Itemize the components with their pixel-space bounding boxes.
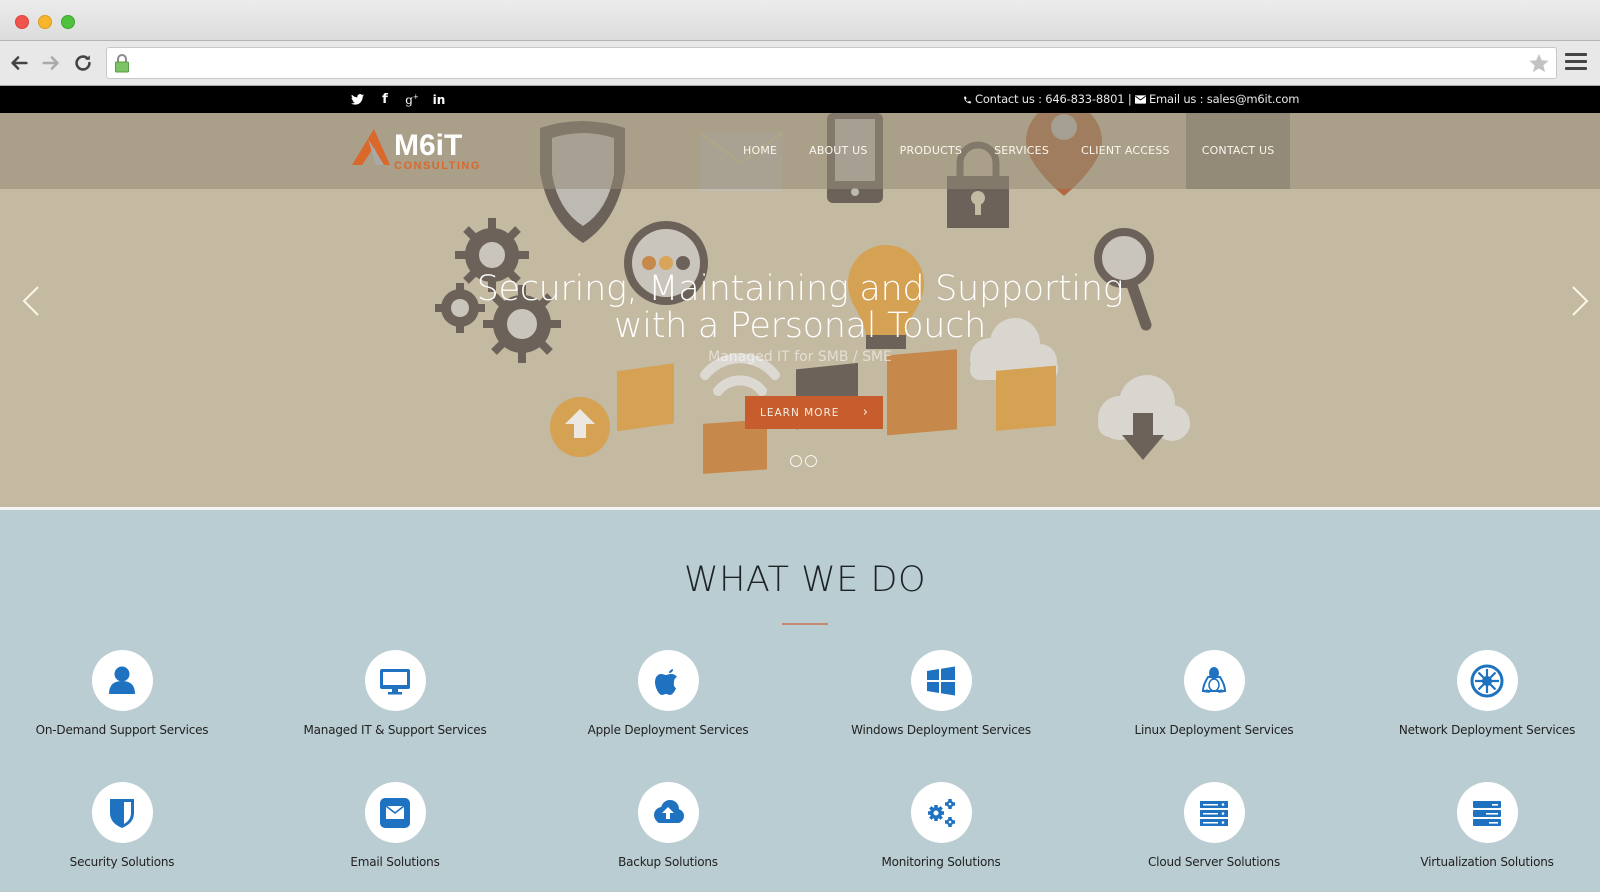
server-stack-icon: [1473, 800, 1501, 826]
logo-wordmark: M6iT: [394, 129, 462, 162]
nav-contact-us[interactable]: CONTACT US: [1185, 113, 1291, 189]
hero-title-line-2: with a Personal Touch: [613, 306, 987, 346]
cloud-upload-icon: [654, 799, 684, 823]
section-title: WHAT WE DO: [683, 560, 926, 600]
nav-client-access[interactable]: CLIENT ACCESS: [1065, 113, 1186, 189]
hero-subtitle: Managed IT for SMB / SME: [708, 349, 892, 365]
facebook-icon: f: [382, 92, 388, 107]
network-icon: [1470, 664, 1504, 697]
service-network-deployment[interactable]: Network Deployment Services: [1357, 650, 1600, 737]
phone-text[interactable]: Contact us : 646-833-8801: [975, 92, 1125, 106]
what-we-do-section: WHAT WE DO On-Demand Support Services Ma…: [0, 510, 1600, 892]
service-security[interactable]: Security Solutions: [0, 782, 252, 869]
service-email[interactable]: Email Solutions: [265, 782, 525, 869]
desktop-icon: [380, 668, 410, 694]
learn-more-label: LEARN MORE: [760, 406, 840, 419]
reload-icon: [75, 55, 91, 71]
twitter-icon: [350, 94, 364, 105]
service-virtualization[interactable]: Virtualization Solutions: [1357, 782, 1600, 869]
separator: |: [1127, 92, 1132, 106]
gears-icon: [928, 798, 955, 827]
section-title-underline: [782, 623, 828, 625]
lock-icon: [115, 54, 129, 73]
facebook-link[interactable]: f: [374, 86, 396, 113]
service-monitoring[interactable]: Monitoring Solutions: [811, 782, 1071, 869]
nav-services[interactable]: SERVICES: [978, 113, 1065, 189]
url-input[interactable]: [143, 48, 1513, 78]
bookmark-star-icon[interactable]: [1528, 52, 1550, 74]
service-backup[interactable]: Backup Solutions: [538, 782, 798, 869]
nav-home[interactable]: HOME: [727, 113, 793, 189]
main-nav: HOME ABOUT US PRODUCTS SERVICES CLIENT A…: [727, 113, 1291, 189]
linkedin-icon: in: [432, 92, 446, 107]
forward-button[interactable]: [38, 50, 64, 76]
envelope-icon: [380, 797, 410, 828]
service-label: Network Deployment Services: [1398, 723, 1576, 737]
minimize-window-button[interactable]: [38, 15, 52, 29]
nav-products[interactable]: PRODUCTS: [884, 113, 978, 189]
site-topbar: f g+ in Contact us : 646-833-8801 | Emai…: [0, 86, 1600, 113]
browser-menu-button[interactable]: [1565, 53, 1587, 73]
site-header: M6iT CONSULTING HOME ABOUT US PRODUCTS S…: [0, 113, 1600, 189]
service-linux-deployment[interactable]: Linux Deployment Services: [1084, 650, 1344, 737]
hero-title: Securing, Maintaining and Supporting wit…: [400, 271, 1200, 345]
slider-pagination: [790, 455, 817, 467]
google-plus-icon: g+: [405, 92, 419, 107]
arrow-left-icon: [11, 56, 28, 70]
linkedin-link[interactable]: in: [428, 86, 450, 113]
service-label: Managed IT & Support Services: [303, 723, 487, 737]
service-label: Linux Deployment Services: [1134, 723, 1294, 737]
shield-icon: [110, 798, 134, 828]
slider-next-arrow[interactable]: [1565, 281, 1595, 321]
service-label: Windows Deployment Services: [851, 723, 1031, 737]
service-label: Cloud Server Solutions: [1148, 855, 1280, 869]
company-logo[interactable]: M6iT CONSULTING: [350, 125, 526, 173]
chevron-right-icon: ›: [862, 405, 869, 420]
contact-info: Contact us : 646-833-8801 | Email us : s…: [963, 86, 1299, 113]
nav-about-us[interactable]: ABOUT US: [793, 113, 883, 189]
apple-icon: [655, 668, 677, 695]
logo-subtext: CONSULTING: [394, 160, 481, 172]
close-window-button[interactable]: [15, 15, 29, 29]
envelope-icon: [1134, 95, 1146, 104]
slide-dot-1[interactable]: [790, 455, 802, 467]
slide-dot-2[interactable]: [805, 455, 817, 467]
service-label: Virtualization Solutions: [1420, 855, 1554, 869]
browser-toolbar: [0, 41, 1600, 86]
arrow-right-icon: [42, 56, 59, 70]
window-titlebar: [0, 0, 1600, 41]
service-label: Security Solutions: [69, 855, 175, 869]
service-label: Email Solutions: [350, 855, 440, 869]
slider-prev-arrow[interactable]: [16, 281, 46, 321]
service-windows-deployment[interactable]: Windows Deployment Services: [811, 650, 1071, 737]
maximize-window-button[interactable]: [61, 15, 75, 29]
twitter-link[interactable]: [346, 86, 368, 113]
phone-icon: [964, 96, 971, 103]
reload-button[interactable]: [70, 50, 96, 76]
service-on-demand-support[interactable]: On-Demand Support Services: [0, 650, 252, 737]
user-icon: [109, 666, 135, 694]
service-label: Monitoring Solutions: [881, 855, 1001, 869]
hero-title-line-1: Securing, Maintaining and Supporting: [476, 269, 1124, 309]
service-label: Backup Solutions: [618, 855, 718, 869]
service-cloud-server[interactable]: Cloud Server Solutions: [1084, 782, 1344, 869]
email-text[interactable]: Email us : sales@m6it.com: [1149, 92, 1299, 106]
service-apple-deployment[interactable]: Apple Deployment Services: [538, 650, 798, 737]
learn-more-button[interactable]: LEARN MORE ›: [745, 396, 883, 429]
google-plus-link[interactable]: g+: [401, 86, 423, 113]
hero-slider: M6iT CONSULTING HOME ABOUT US PRODUCTS S…: [0, 113, 1600, 507]
service-label: On-Demand Support Services: [35, 723, 209, 737]
service-label: Apple Deployment Services: [587, 723, 749, 737]
windows-icon: [927, 666, 955, 695]
address-bar[interactable]: [106, 47, 1557, 79]
service-managed-it[interactable]: Managed IT & Support Services: [265, 650, 525, 737]
linux-icon: [1201, 666, 1227, 693]
server-icon: [1200, 800, 1228, 826]
back-button[interactable]: [6, 50, 32, 76]
